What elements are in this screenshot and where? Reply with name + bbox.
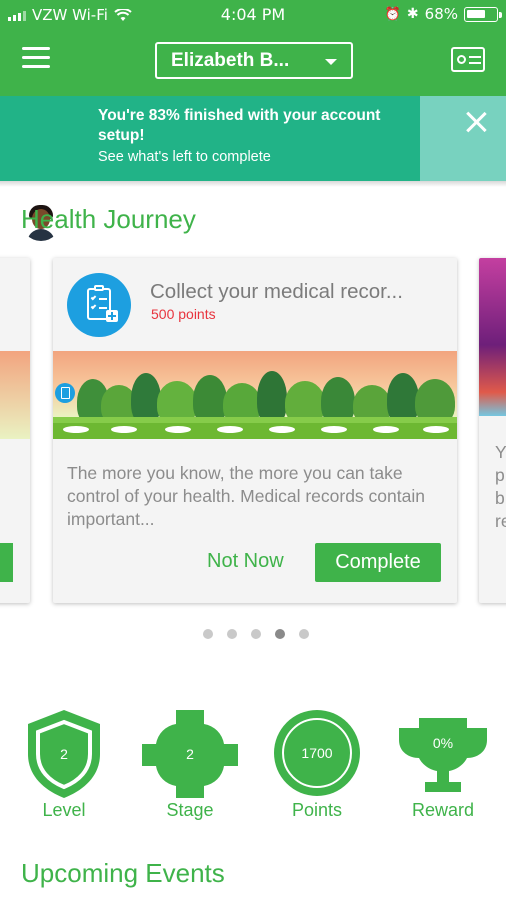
bluetooth-icon: ✱	[406, 6, 419, 22]
pagination-dot[interactable]	[275, 629, 285, 639]
banner-message: You're 83% finished with your account se…	[98, 107, 381, 144]
clipboard-badge-icon	[55, 383, 75, 403]
next-card-text: Y p b re	[495, 441, 506, 533]
clipboard-icon	[67, 273, 131, 337]
card-title: Collect your medical recor...	[150, 280, 403, 303]
top-header: VZW Wi-Fi 4:04 PM ⏰ ✱ 68% Elizabeth B...	[0, 0, 506, 96]
alarm-icon: ⏰	[384, 6, 401, 22]
previous-card-image	[0, 351, 30, 439]
not-now-button[interactable]: Not Now	[207, 550, 284, 573]
close-icon[interactable]	[465, 111, 487, 133]
carousel-pagination[interactable]	[203, 629, 309, 639]
level-stat[interactable]: 2 Level	[14, 708, 114, 828]
user-name-label: Elizabeth B...	[171, 50, 290, 71]
next-card[interactable]: Y p b re	[479, 258, 506, 603]
complete-button[interactable]: Complete	[315, 543, 441, 582]
status-bar: VZW Wi-Fi 4:04 PM ⏰ ✱ 68%	[0, 0, 506, 30]
reward-value: 0%	[432, 735, 454, 751]
battery-percent: 68%	[424, 5, 458, 23]
level-label: Level	[42, 800, 86, 820]
user-selector-dropdown[interactable]: Elizabeth B...	[155, 42, 353, 79]
hamburger-menu-icon[interactable]	[22, 47, 50, 69]
battery-fill	[467, 9, 485, 18]
card-points: 500 points	[151, 306, 216, 322]
reward-label: Reward	[411, 800, 475, 820]
level-value: 2	[60, 746, 68, 762]
banner-divider	[0, 181, 506, 187]
pagination-dot[interactable]	[251, 629, 261, 639]
stage-label: Stage	[166, 800, 214, 820]
pagination-dot[interactable]	[203, 629, 213, 639]
next-card-image	[479, 258, 506, 416]
trophy-icon	[399, 718, 487, 792]
next-card-text-line: p	[495, 465, 505, 485]
app-screen: VZW Wi-Fi 4:04 PM ⏰ ✱ 68% Elizabeth B...	[0, 0, 506, 900]
stage-stat[interactable]: 2 Stage	[140, 708, 240, 828]
points-stat[interactable]: 1700 Points	[267, 708, 367, 828]
next-card-text-line: re	[495, 511, 506, 531]
card-description: The more you know, the more you can take…	[67, 463, 425, 529]
banner-link[interactable]: See what's left to complete	[98, 149, 271, 165]
next-card-text-line: Y	[495, 442, 506, 462]
battery-icon	[464, 6, 502, 22]
previous-card[interactable]	[0, 258, 30, 603]
chevron-down-icon	[325, 59, 337, 65]
previous-card-button[interactable]	[0, 543, 13, 582]
points-label: Points	[291, 800, 343, 820]
next-card-text-line: b	[495, 488, 505, 508]
points-value: 1700	[301, 745, 333, 761]
stage-value: 2	[186, 746, 194, 762]
health-journey-title: Health Journey	[21, 204, 196, 234]
id-card-icon[interactable]	[451, 47, 485, 72]
pagination-dot[interactable]	[227, 629, 237, 639]
upcoming-events-title: Upcoming Events	[21, 858, 225, 888]
journey-card[interactable]: Collect your medical recor... 500 points…	[53, 258, 457, 603]
reward-stat[interactable]: 0% Reward	[393, 708, 493, 828]
journey-landscape-image	[53, 351, 457, 439]
account-setup-banner[interactable]: You're 83% finished with your account se…	[0, 96, 506, 241]
banner-close-area[interactable]	[420, 96, 506, 181]
status-right: ⏰ ✱ 68%	[384, 5, 502, 23]
pagination-dot[interactable]	[299, 629, 309, 639]
